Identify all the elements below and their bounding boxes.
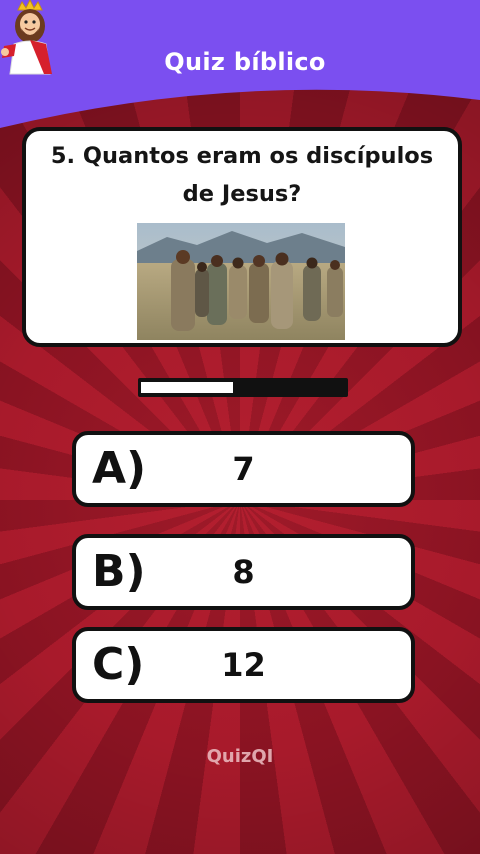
answer-value: 12 [221,646,266,684]
timer-bar [138,378,348,397]
question-card: 5. Quantos eram os discípulos de Jesus? [22,127,462,347]
disciples-walking-photo [137,223,345,340]
answer-a-button[interactable]: A) 7 [72,431,415,507]
question-photo-illustration [137,223,345,340]
question-line-1: 5. Quantos eram os discípulos [50,143,434,169]
footer-brand: QuizQI [206,746,274,767]
timer-fill [141,382,233,393]
answer-b-button[interactable]: B) 8 [72,534,415,610]
app-title: Quiz bíblico [164,48,326,76]
timer-track [141,382,345,393]
answer-c-button[interactable]: C) 12 [72,627,415,703]
header: Quiz bíblico [0,0,480,128]
question-text: 5. Quantos eram os discípulos de Jesus? [26,137,458,213]
answer-value: 7 [232,450,255,488]
jesus-crown-mascot-icon [1,0,52,75]
question-line-2: de Jesus? [182,181,302,207]
answer-value: 8 [232,553,255,591]
